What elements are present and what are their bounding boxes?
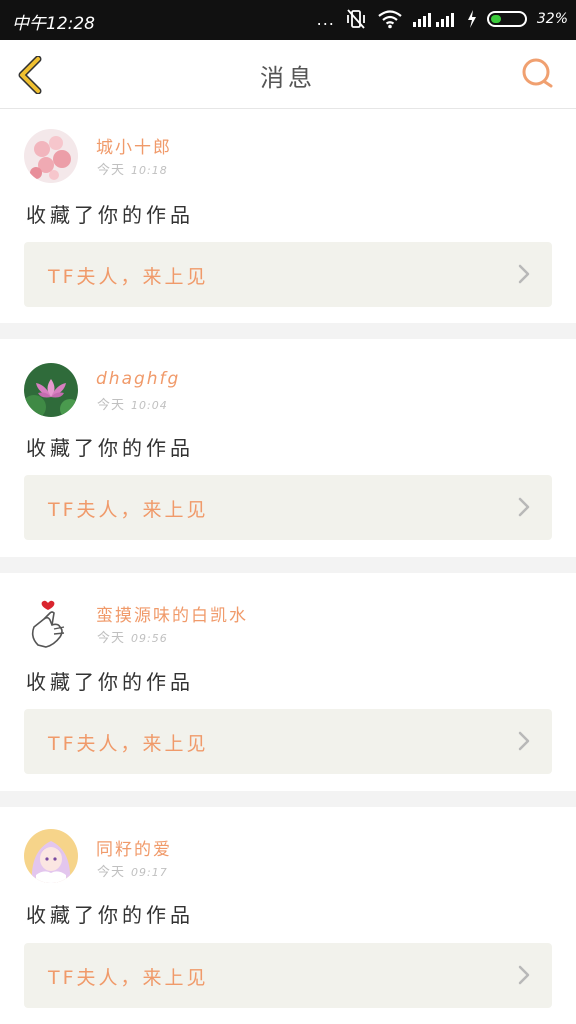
pink-bubbles-avatar (24, 129, 78, 183)
status-icons: ... 32% (317, 8, 568, 30)
work-title: TF夫人，来上见 (48, 733, 209, 755)
message-card: dhaghfg 今天 10:04 收藏了你的作品 TF夫人，来上见 (0, 339, 576, 557)
work-link[interactable]: TF夫人，来上见 (24, 709, 552, 774)
action-text: 收藏了你的作品 (26, 903, 194, 927)
message-time: 今天 09:17 (97, 861, 168, 880)
chevron-right-icon (518, 965, 530, 985)
message-day: 今天 (97, 865, 126, 880)
message-card: 同籽的爱 今天 09:17 收藏了你的作品 TF夫人，来上见 (0, 807, 576, 1024)
message-clock: 10:18 (131, 164, 168, 177)
battery-level (490, 15, 501, 23)
search-button[interactable] (520, 56, 556, 92)
finger-heart-avatar (24, 597, 78, 651)
user-avatar[interactable] (24, 129, 78, 183)
message-clock: 10:04 (131, 399, 168, 412)
work-link[interactable]: TF夫人，来上见 (24, 943, 552, 1008)
page-title: 消息 (260, 64, 316, 92)
message-day: 今天 (97, 163, 126, 178)
chevron-right-icon (518, 731, 530, 751)
battery-icon (486, 11, 527, 27)
top-bar: 消息 (0, 40, 576, 109)
message-time: 今天 10:04 (97, 394, 168, 413)
lotus-avatar (24, 363, 78, 417)
work-link[interactable]: TF夫人，来上见 (24, 475, 552, 540)
message-clock: 09:17 (131, 866, 168, 879)
action-text: 收藏了你的作品 (26, 436, 194, 460)
wifi-icon (378, 10, 402, 29)
username[interactable]: 城小十郎 (96, 133, 172, 158)
status-time: 中午12:28 (12, 14, 95, 34)
username[interactable]: 蛮摸源味的白凯水 (96, 601, 248, 626)
username[interactable]: 同籽的爱 (96, 835, 172, 860)
action-text: 收藏了你的作品 (26, 203, 194, 227)
work-title: TF夫人，来上见 (48, 266, 209, 288)
message-time: 今天 10:18 (97, 159, 168, 178)
charging-icon (467, 10, 476, 28)
status-bar: 中午12:28 ... 32% (0, 0, 576, 40)
user-avatar[interactable] (24, 363, 78, 417)
work-link[interactable]: TF夫人，来上见 (24, 242, 552, 307)
anime-girl-avatar (24, 829, 78, 883)
search-icon (522, 58, 553, 88)
message-time: 今天 09:56 (97, 627, 168, 646)
message-card: 城小十郎 今天 10:18 收藏了你的作品 TF夫人，来上见 (0, 109, 576, 323)
user-avatar[interactable] (24, 597, 78, 651)
message-card: 蛮摸源味的白凯水 今天 09:56 收藏了你的作品 TF夫人，来上见 (0, 573, 576, 791)
work-title: TF夫人，来上见 (48, 499, 209, 521)
chevron-right-icon (518, 264, 530, 284)
notification-dots: ... (316, 9, 335, 29)
work-title: TF夫人，来上见 (48, 967, 209, 989)
message-clock: 09:56 (131, 632, 168, 645)
chevron-right-icon (518, 497, 530, 517)
username[interactable]: dhaghfg (96, 369, 180, 389)
message-day: 今天 (97, 631, 126, 646)
message-day: 今天 (97, 398, 126, 413)
signal-icon (412, 13, 454, 27)
action-text: 收藏了你的作品 (26, 670, 194, 694)
vibrate-off-icon (346, 9, 365, 29)
battery-percent: 32% (536, 11, 568, 27)
user-avatar[interactable] (24, 829, 78, 883)
